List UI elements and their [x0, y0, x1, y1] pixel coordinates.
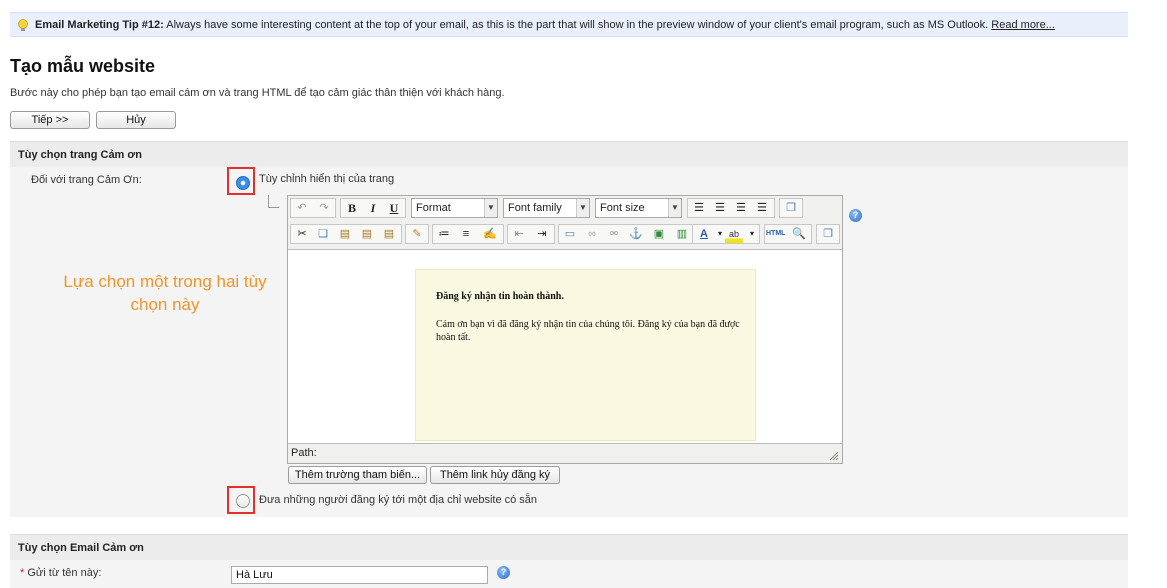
undo-icon[interactable]: ↶: [293, 199, 311, 217]
paste-word-icon[interactable]: ▤: [380, 225, 398, 243]
content-body: Cảm ơn bạn vì đã đăng ký nhận tin của ch…: [436, 319, 740, 343]
redirect-option-label[interactable]: Đưa những người đăng ký tới một địa chỉ …: [259, 494, 537, 506]
thankyou-page-section-header: Tùy chọn trang Cảm ơn: [10, 141, 1128, 167]
cleanup-brush-icon[interactable]: ✎: [408, 225, 426, 243]
preview-icon[interactable]: 🔍: [790, 225, 808, 243]
media-icon[interactable]: ▥: [673, 225, 691, 243]
resize-handle-icon[interactable]: [829, 451, 839, 461]
redirect-radio[interactable]: [236, 494, 250, 508]
font-family-select-label: Font family: [508, 202, 562, 214]
tip-text: Always have some interesting content at …: [163, 19, 992, 31]
page-description: Bước này cho phép bạn tạo email cám ơn v…: [10, 87, 505, 99]
color-group: A ▾ ab ▾: [692, 224, 760, 244]
paste-icon[interactable]: ▤: [336, 225, 354, 243]
indent-group: ⇤ ⇥: [507, 224, 555, 244]
editor-path-bar: Path:: [288, 443, 842, 463]
chevron-down-icon: ▼: [576, 199, 589, 217]
align-justify-icon[interactable]: ☰: [753, 199, 771, 217]
align-left-icon[interactable]: ☰: [690, 199, 708, 217]
tip-label: Email Marketing Tip #12:: [35, 19, 164, 31]
italic-icon[interactable]: I: [364, 199, 382, 217]
align-center-icon[interactable]: ☰: [711, 199, 729, 217]
editor-toolbar: ↶ ↷ B I U Format ▼ Font family ▼ Font size…: [288, 196, 842, 250]
underline-icon[interactable]: U: [385, 199, 403, 217]
cancel-button[interactable]: Hủy: [96, 111, 176, 129]
outdent-icon[interactable]: ⇤: [510, 225, 528, 243]
chevron-down-icon[interactable]: ▾: [743, 225, 761, 243]
tree-connector: [268, 195, 279, 208]
cleanup-group: ✎: [405, 224, 429, 244]
format-select[interactable]: Format ▼: [411, 198, 498, 218]
unlink-icon[interactable]: ⚮: [605, 225, 623, 243]
paste-text-icon[interactable]: ▤: [358, 225, 376, 243]
format-select-label: Format: [416, 202, 451, 214]
page-title: Tạo mẫu website: [10, 56, 156, 76]
undo-redo-group: ↶ ↷: [290, 198, 336, 218]
insert-group: ▭ ∞ ⚮ ⚓ ▣ ▥: [558, 224, 698, 244]
copy-icon[interactable]: ❏: [314, 225, 332, 243]
from-name-input[interactable]: Hà Lưu: [231, 566, 488, 584]
anchor-box-icon[interactable]: ▭: [561, 225, 579, 243]
from-name-label: * Gửi từ tên này:: [20, 567, 101, 579]
thankyou-page-label: Đối với trang Cảm Ơn:: [31, 174, 142, 186]
custom-page-radio[interactable]: [236, 176, 250, 190]
lightbulb-icon: [18, 19, 28, 31]
next-button[interactable]: Tiếp >>: [10, 111, 90, 129]
list-group: ≔ ≡ ✍: [432, 224, 504, 244]
redo-icon[interactable]: ↷: [315, 199, 333, 217]
thankyou-email-section-header: Tùy chọn Email Cảm ơn: [10, 534, 1128, 560]
link-icon[interactable]: ∞: [583, 225, 601, 243]
highlight-color-icon[interactable]: ab: [725, 225, 743, 243]
tip-message: Email Marketing Tip #12: Always have som…: [35, 19, 1055, 31]
chevron-down-icon: ▼: [484, 199, 497, 217]
numbered-list-icon[interactable]: ≡: [457, 225, 475, 243]
text-style-group: B I U: [340, 198, 406, 218]
align-group: ☰ ☰ ☰ ☰: [687, 198, 775, 218]
read-more-link[interactable]: Read more...: [991, 19, 1055, 31]
required-marker: *: [20, 567, 25, 579]
template-group: ❐: [816, 224, 840, 244]
anchor-icon[interactable]: ⚓: [627, 225, 645, 243]
font-size-select-label: Font size: [600, 202, 645, 214]
insert-unsubscribe-link-button[interactable]: Thêm link hủy đăng ký: [430, 466, 560, 484]
from-name-label-text: Gửi từ tên này:: [27, 567, 102, 579]
thankyou-email-section-body: [10, 560, 1128, 588]
insert-field-button[interactable]: Thêm trường tham biến...: [288, 466, 427, 484]
source-group: HTML 🔍: [764, 224, 812, 244]
align-right-icon[interactable]: ☰: [732, 199, 750, 217]
cut-icon[interactable]: ✂: [293, 225, 311, 243]
bold-icon[interactable]: B: [343, 199, 361, 217]
help-icon[interactable]: ?: [849, 209, 862, 222]
styles-icon[interactable]: ❐: [782, 199, 800, 217]
indent-icon[interactable]: ⇥: [533, 225, 551, 243]
help-icon[interactable]: ?: [497, 566, 510, 579]
styles-group: ❐: [779, 198, 803, 218]
bullet-list-icon[interactable]: ≔: [435, 225, 453, 243]
annotation-note: Lựa chọn một trong hai tùy chọn này: [63, 272, 267, 314]
clipboard-group: ✂ ❏ ▤ ▤ ▤: [290, 224, 402, 244]
html-source-icon[interactable]: HTML: [766, 225, 785, 243]
template-icon[interactable]: ❐: [819, 225, 837, 243]
image-icon[interactable]: ▣: [650, 225, 668, 243]
font-family-select[interactable]: Font family ▼: [503, 198, 590, 218]
edit-icon[interactable]: ✍: [481, 225, 499, 243]
font-size-select[interactable]: Font size ▼: [595, 198, 682, 218]
content-heading: Đăng ký nhận tin hoàn thành.: [436, 291, 564, 302]
chevron-down-icon: ▼: [668, 199, 681, 217]
custom-page-option-label[interactable]: Tùy chỉnh hiển thị của trang: [259, 173, 394, 185]
